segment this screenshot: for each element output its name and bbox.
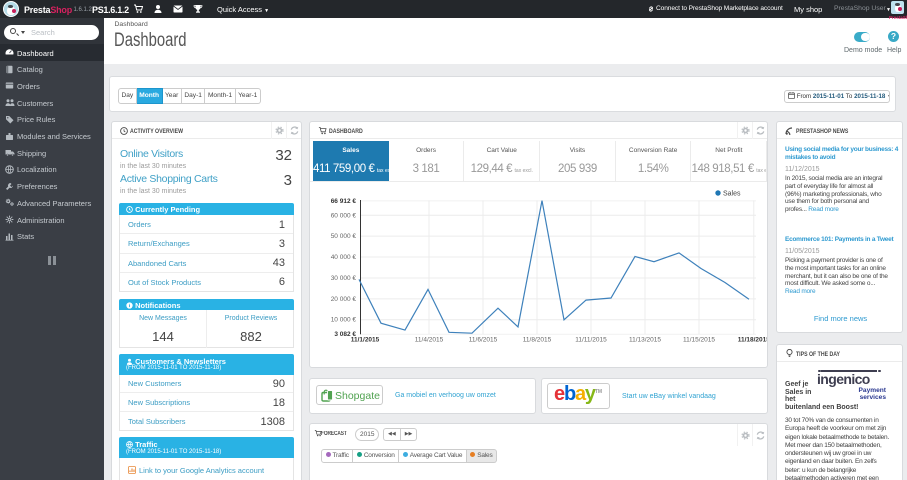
svg-text:11/13/2015: 11/13/2015 bbox=[629, 337, 661, 344]
svg-text:30 000 €: 30 000 € bbox=[331, 275, 357, 282]
svg-text:11/4/2015: 11/4/2015 bbox=[415, 337, 444, 344]
svg-text:11/6/2015: 11/6/2015 bbox=[469, 337, 498, 344]
svg-text:11/11/2015: 11/11/2015 bbox=[575, 337, 607, 344]
svg-text:20 000 €: 20 000 € bbox=[331, 296, 357, 303]
svg-text:40 000 €: 40 000 € bbox=[331, 254, 357, 261]
svg-text:11/15/2015: 11/15/2015 bbox=[683, 337, 715, 344]
svg-text:66 912 €: 66 912 € bbox=[331, 198, 357, 205]
svg-text:Sales: Sales bbox=[723, 191, 741, 198]
svg-text:60 000 €: 60 000 € bbox=[331, 212, 357, 219]
svg-text:11/18/2015: 11/18/2015 bbox=[738, 337, 767, 344]
svg-text:50 000 €: 50 000 € bbox=[331, 233, 357, 240]
svg-text:10 000 €: 10 000 € bbox=[331, 317, 357, 324]
svg-text:11/8/2015: 11/8/2015 bbox=[523, 337, 552, 344]
svg-text:11/1/2015: 11/1/2015 bbox=[351, 337, 380, 344]
